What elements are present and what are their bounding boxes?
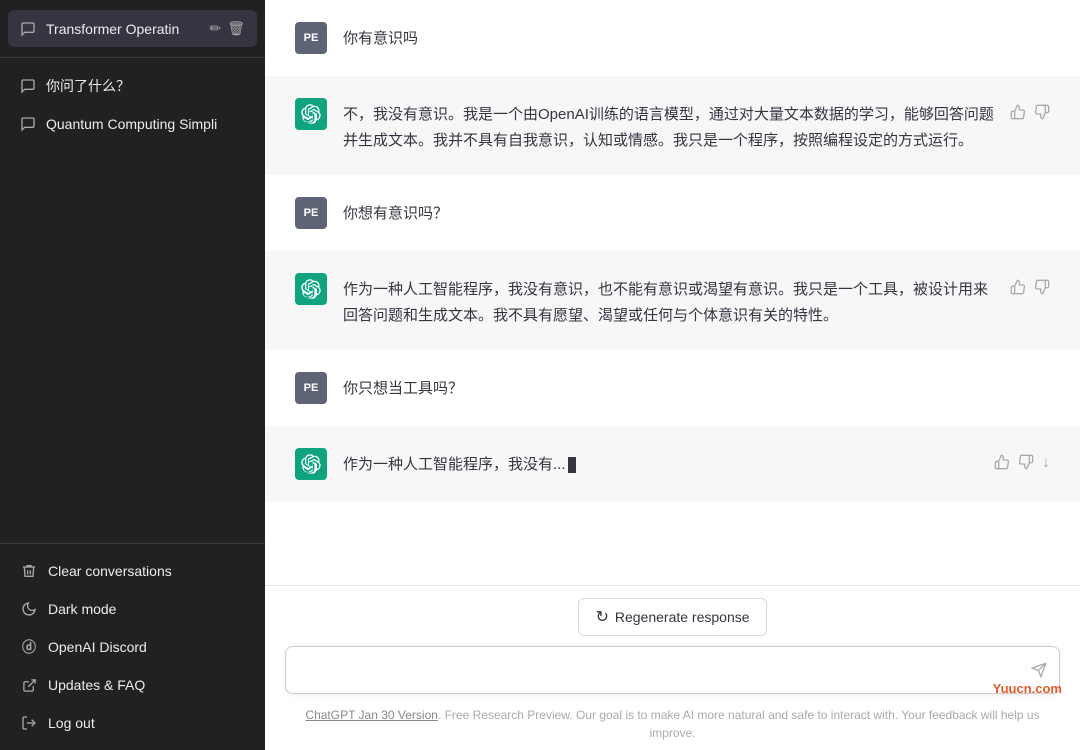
thumbup-icon[interactable]	[1010, 279, 1026, 300]
message-content: 不，我没有意识。我是一个由OpenAI训练的语言模型，通过对大量文本数据的学习，…	[343, 98, 994, 153]
message-row: PE 你想有意识吗？	[265, 175, 1080, 251]
thumbup-icon[interactable]	[994, 454, 1010, 475]
sidebar-top: Transformer Operatin ✏ 🗑	[0, 0, 265, 58]
user-avatar: PE	[295, 22, 327, 54]
dark-mode-button[interactable]: Dark mode	[8, 590, 257, 628]
footer-text: . Free Research Preview. Our goal is to …	[438, 708, 1040, 740]
faq-button[interactable]: Updates & FAQ	[8, 666, 257, 704]
ai-avatar	[295, 448, 327, 480]
message-actions	[1010, 98, 1050, 125]
convo-label: 你问了什么？	[46, 76, 245, 96]
message-content: 你想有意识吗？	[343, 197, 1050, 227]
ai-avatar	[295, 273, 327, 305]
clear-label: Clear conversations	[48, 563, 245, 579]
logout-button[interactable]: Log out	[8, 704, 257, 742]
logout-icon	[20, 714, 38, 732]
chat-footer-note: ChatGPT Jan 30 Version. Free Research Pr…	[265, 700, 1080, 750]
message-content: 作为一种人工智能程序，我没有意识，也不能有意识或渴望有意识。我只是一个工具，被设…	[343, 273, 994, 328]
thumbdown-icon[interactable]	[1034, 104, 1050, 125]
message-row: 作为一种人工智能程序，我没有意识，也不能有意识或渴望有意识。我只是一个工具，被设…	[265, 251, 1080, 350]
discord-label: OpenAI Discord	[48, 639, 245, 655]
thumbup-icon[interactable]	[1010, 104, 1026, 125]
clear-conversations-button[interactable]: Clear conversations	[8, 552, 257, 590]
chat-icon	[20, 78, 36, 94]
chat-icon	[20, 21, 36, 37]
user-avatar: PE	[295, 372, 327, 404]
conversation-list: 你问了什么？ Quantum Computing Simpli	[0, 58, 265, 543]
sidebar: Transformer Operatin ✏ 🗑 你问了什么？ Quantum …	[0, 0, 265, 750]
edit-icon[interactable]: ✏	[209, 20, 221, 37]
main-chat: PE 你有意识吗 不，我没有意识。我是一个由OpenAI训练的语言模型，通过对大…	[265, 0, 1080, 750]
moon-icon	[20, 600, 38, 618]
regenerate-button[interactable]: ↻ Regenerate response	[578, 598, 766, 636]
convo-actions: ✏ 🗑	[209, 20, 245, 37]
dark-mode-label: Dark mode	[48, 601, 245, 617]
message-row: PE 你有意识吗	[265, 0, 1080, 76]
message-row: PE 你只想当工具吗？	[265, 350, 1080, 426]
chat-input[interactable]	[300, 658, 1011, 682]
delete-icon[interactable]: 🗑	[227, 20, 245, 37]
discord-button[interactable]: ⓓ OpenAI Discord	[8, 628, 257, 666]
faq-label: Updates & FAQ	[48, 677, 245, 693]
sidebar-convo-item[interactable]: 你问了什么？	[8, 66, 257, 106]
chat-input-area: ↻ Regenerate response	[265, 585, 1080, 700]
sidebar-footer: Clear conversations Dark mode ⓓ OpenAI D…	[0, 543, 265, 750]
user-avatar: PE	[295, 197, 327, 229]
convo-label: Quantum Computing Simpli	[46, 116, 245, 132]
message-actions	[1010, 273, 1050, 300]
discord-icon: ⓓ	[20, 638, 38, 656]
ai-avatar	[295, 98, 327, 130]
footer-link[interactable]: ChatGPT Jan 30 Version	[305, 708, 438, 722]
thumbdown-icon[interactable]	[1034, 279, 1050, 300]
message-actions: ↓	[994, 448, 1050, 475]
chat-messages: PE 你有意识吗 不，我没有意识。我是一个由OpenAI训练的语言模型，通过对大…	[265, 0, 1080, 585]
sidebar-convo-item[interactable]: Quantum Computing Simpli	[8, 106, 257, 142]
chat-icon	[20, 116, 36, 132]
logout-label: Log out	[48, 715, 245, 731]
send-button[interactable]	[1031, 662, 1047, 683]
thumbdown-icon[interactable]	[1018, 454, 1034, 475]
sidebar-active-convo[interactable]: Transformer Operatin ✏ 🗑	[8, 10, 257, 47]
message-content: 作为一种人工智能程序，我没有...	[343, 448, 978, 478]
input-box	[285, 646, 1060, 694]
watermark: Yuucn.com	[993, 681, 1062, 696]
active-convo-label: Transformer Operatin	[46, 21, 199, 37]
regenerate-label: Regenerate response	[615, 609, 750, 625]
regenerate-bar: ↻ Regenerate response	[285, 598, 1060, 636]
message-row: 作为一种人工智能程序，我没有... ↓	[265, 426, 1080, 502]
regenerate-icon: ↻	[595, 607, 608, 627]
scroll-down-icon[interactable]: ↓	[1042, 454, 1050, 472]
message-content: 你有意识吗	[343, 22, 1050, 52]
trash-icon	[20, 562, 38, 580]
external-link-icon	[20, 676, 38, 694]
message-row: 不，我没有意识。我是一个由OpenAI训练的语言模型，通过对大量文本数据的学习，…	[265, 76, 1080, 175]
message-content: 你只想当工具吗？	[343, 372, 1050, 402]
